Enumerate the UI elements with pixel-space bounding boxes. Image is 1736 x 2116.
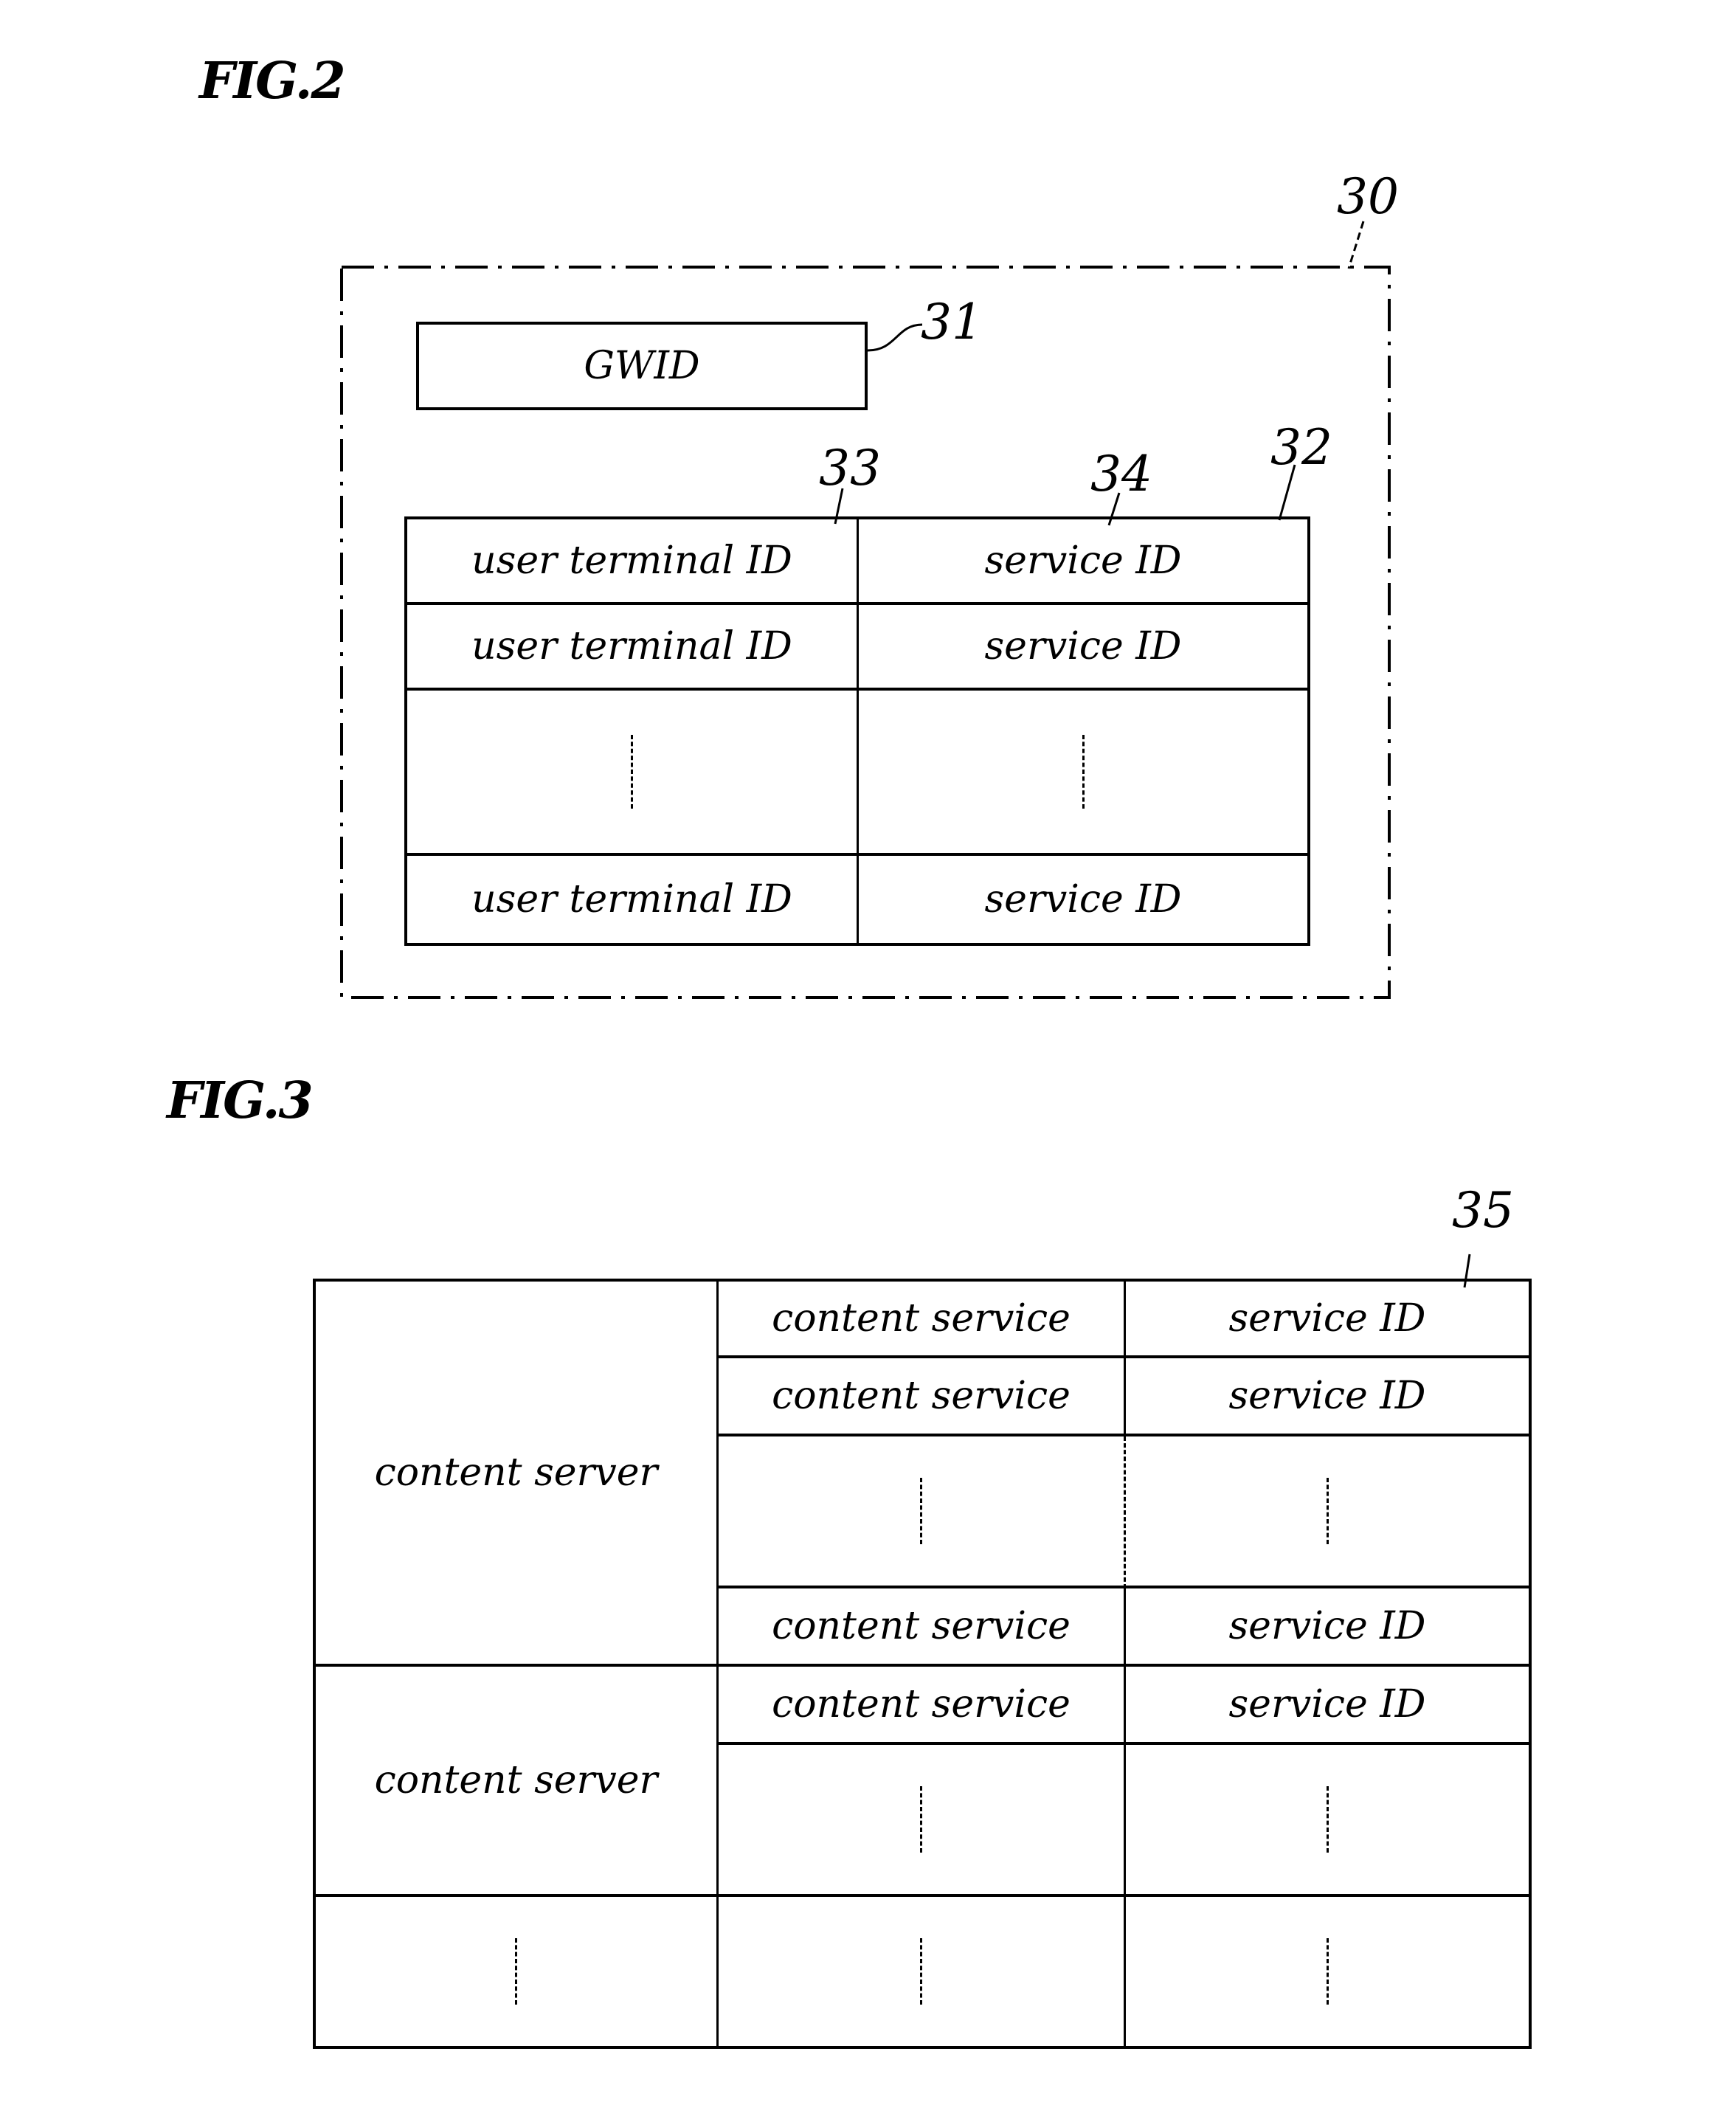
cell-text: content service <box>772 1682 1071 1726</box>
fig3-server-cell-0: content server <box>316 1282 719 1667</box>
leader-31 <box>867 323 923 352</box>
fig3-service-id-cell: service ID <box>1126 1667 1529 1745</box>
fig3-ellipsis-cell <box>719 1897 1126 2046</box>
cell-text: user terminal ID <box>471 539 792 583</box>
fig3-content-service-cell: content service <box>719 1667 1126 1745</box>
cell-text: content service <box>772 1604 1071 1648</box>
fig2-table-row-0-user-terminal-id: user terminal ID <box>407 519 859 605</box>
fig3-content-service-cell: content service <box>719 1588 1126 1667</box>
cell-text: service ID <box>984 539 1182 583</box>
vertical-ellipsis-icon <box>515 1938 517 2005</box>
fig3-ellipsis-cell <box>1126 1436 1529 1588</box>
vertical-ellipsis-icon <box>920 1786 922 1853</box>
ref-33: 33 <box>819 440 881 497</box>
fig2-table-row-2-ellipsis <box>859 691 1307 856</box>
fig2-table-row-3-service-id: service ID <box>859 856 1307 943</box>
fig3-table: content server content service service I… <box>313 1279 1532 2049</box>
cell-text: user terminal ID <box>471 877 792 922</box>
cell-text: content service <box>772 1296 1071 1341</box>
fig3-server-cell-1: content server <box>316 1667 719 1897</box>
gwid-label: GWID <box>584 344 700 388</box>
cell-text: service ID <box>1228 1682 1426 1726</box>
fig3-service-id-cell: service ID <box>1126 1282 1529 1358</box>
fig3-title: FIG.3 <box>167 1071 314 1130</box>
gwid-box: GWID <box>416 322 868 410</box>
fig3-content-service-cell: content service <box>719 1358 1126 1436</box>
cell-text: service ID <box>1228 1604 1426 1648</box>
fig2-table-row-1-user-terminal-id: user terminal ID <box>407 605 859 691</box>
fig2-table-row-3-user-terminal-id: user terminal ID <box>407 856 859 943</box>
cell-text: content server <box>374 1451 658 1495</box>
vertical-ellipsis-icon <box>920 1478 922 1544</box>
cell-text: service ID <box>1228 1296 1426 1341</box>
fig3-ellipsis-cell <box>1126 1745 1529 1897</box>
fig3-content-service-cell: content service <box>719 1282 1126 1358</box>
vertical-ellipsis-icon <box>1326 1786 1329 1853</box>
fig3-ellipsis-cell <box>719 1436 1126 1588</box>
ref-31: 31 <box>921 294 983 350</box>
ref-35: 35 <box>1452 1182 1514 1239</box>
vertical-ellipsis-icon <box>1082 735 1085 809</box>
fig2-table: user terminal ID service ID user termina… <box>404 516 1310 946</box>
ref-32: 32 <box>1270 419 1332 476</box>
vertical-ellipsis-icon <box>1326 1478 1329 1544</box>
ref-30: 30 <box>1337 168 1399 225</box>
vertical-ellipsis-icon <box>631 735 633 809</box>
cell-text: service ID <box>984 877 1182 922</box>
cell-text: content server <box>374 1758 658 1802</box>
fig3-service-id-cell: service ID <box>1126 1358 1529 1436</box>
cell-text: content service <box>772 1374 1071 1418</box>
cell-text: service ID <box>1228 1374 1426 1418</box>
vertical-ellipsis-icon <box>1326 1938 1329 2005</box>
fig3-ellipsis-cell <box>1126 1897 1529 2046</box>
fig3-ellipsis-cell <box>316 1897 719 2046</box>
fig3-service-id-cell: service ID <box>1126 1588 1529 1667</box>
cell-text: user terminal ID <box>471 624 792 668</box>
leader-30 <box>1347 221 1365 269</box>
fig2-table-row-0-service-id: service ID <box>859 519 1307 605</box>
fig3-ellipsis-cell <box>719 1745 1126 1897</box>
cell-text: service ID <box>984 624 1182 668</box>
fig2-table-row-1-service-id: service ID <box>859 605 1307 691</box>
ref-34: 34 <box>1090 446 1152 502</box>
vertical-ellipsis-icon <box>920 1938 922 2005</box>
fig2-table-row-2-ellipsis <box>407 691 859 856</box>
